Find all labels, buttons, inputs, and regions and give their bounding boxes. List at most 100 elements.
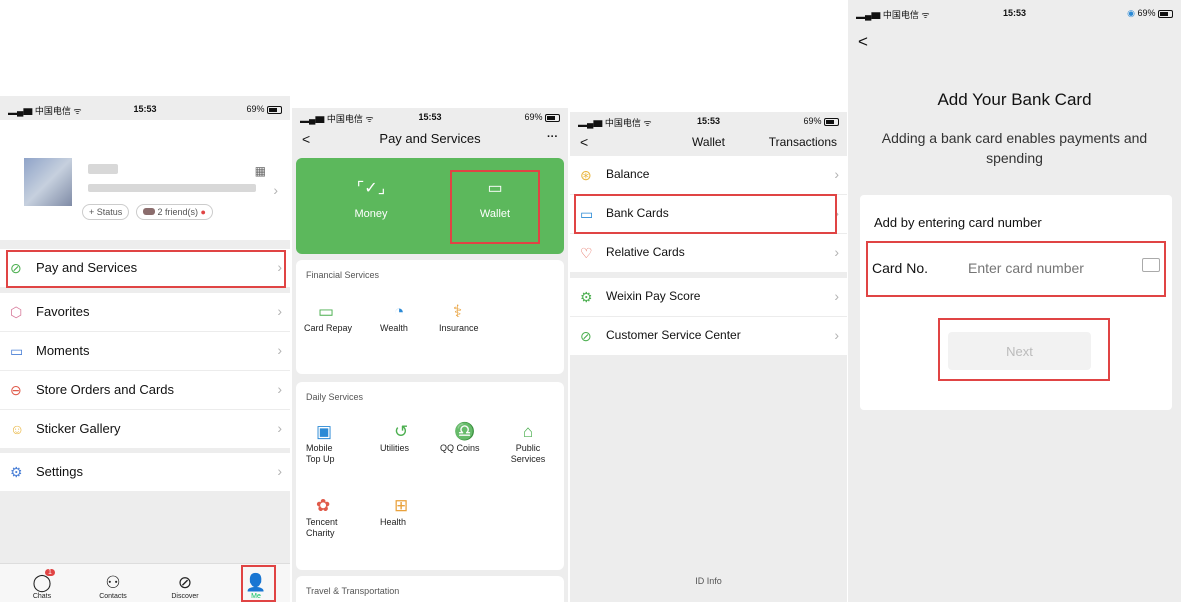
qq-coins-item[interactable]: ♎ QQ Coins: [440, 423, 496, 454]
mobile-top-up-item[interactable]: ▣ Mobile Top Up: [306, 422, 346, 465]
back-button[interactable]: <: [858, 32, 868, 52]
profile-id: [88, 184, 256, 192]
profile-card[interactable]: ▦ › + Status 2 friend(s) ●: [0, 120, 290, 240]
row-customer-service[interactable]: ⊘ Customer Service Center ›: [570, 317, 847, 355]
service-label: QQ Coins: [440, 443, 480, 453]
chevron-right-icon: ›: [834, 244, 839, 260]
chats-badge: 1: [45, 569, 55, 576]
daily-services-card: Daily Services ▣ Mobile Top Up ↺ Utiliti…: [296, 382, 564, 570]
menu-label: Store Orders and Cards: [36, 382, 175, 397]
screen-me: ▂▄▆ 中国电信 ᯤ 15:53 69% ▦ › + Status 2 frie…: [0, 96, 290, 602]
money-scan-icon: ⌜✓⌟: [356, 180, 386, 197]
highlight-wallet: [450, 170, 540, 244]
transactions-button[interactable]: Transactions: [769, 135, 837, 149]
more-button[interactable]: ···: [547, 131, 558, 143]
settings-icon: ⚙: [10, 464, 23, 480]
friends-status-button[interactable]: 2 friend(s) ●: [136, 204, 213, 220]
chevron-right-icon: ›: [277, 463, 282, 479]
public-services-item[interactable]: ⌂ Public Services: [504, 422, 552, 465]
chevron-right-icon: ›: [277, 342, 282, 358]
pay-score-icon: ⚙: [580, 289, 593, 305]
avatar[interactable]: [24, 158, 72, 206]
insurance-icon: ⚕: [453, 302, 463, 321]
highlight-bank-cards: [574, 194, 837, 234]
friends-avatars-icon: [143, 208, 155, 215]
screen-add-bank-card: ▂▄▆ 中国电信 ᯤ 15:53 ◉ 69% < Add Your Bank C…: [848, 0, 1181, 602]
section-title: Add by entering card number: [874, 215, 1042, 230]
status-bar: ▂▄▆ 中国电信 ᯤ 15:53 ◉ 69%: [848, 4, 1181, 22]
screen-pay-services: ▂▄▆ 中国电信 ᯤ 15:53 69% < Pay and Services …: [292, 108, 568, 602]
friends-count: 2 friend(s): [157, 207, 199, 217]
service-label: Health: [380, 517, 407, 527]
health-icon: ⊞: [394, 496, 409, 515]
row-balance[interactable]: ⊛ Balance ›: [570, 156, 847, 194]
battery: 69%: [803, 116, 839, 126]
menu-sticker-gallery[interactable]: ☺ Sticker Gallery ›: [0, 410, 290, 448]
chevron-right-icon: ›: [834, 288, 839, 304]
service-label: Insurance: [439, 323, 479, 333]
menu-favorites[interactable]: ⬡ Favorites ›: [0, 293, 290, 331]
tab-discover[interactable]: ⊘ Discover: [160, 573, 210, 600]
battery: 69%: [524, 112, 560, 122]
health-item[interactable]: ⊞ Health: [380, 496, 436, 528]
favorites-icon: ⬡: [10, 304, 23, 320]
menu-label: Moments: [36, 343, 90, 358]
page-subtitle: Adding a bank card enables payments and …: [881, 130, 1148, 166]
service-label: Mobile Top Up: [306, 443, 335, 464]
utilities-item[interactable]: ↺ Utilities: [380, 423, 436, 454]
menu-label: Sticker Gallery: [36, 421, 121, 436]
sticker-icon: ☺: [10, 421, 25, 437]
qr-code-icon[interactable]: ▦: [255, 164, 266, 178]
service-label: Public Services: [510, 443, 546, 464]
row-label: Balance: [606, 167, 650, 181]
public-services-icon: ⌂: [522, 422, 534, 441]
chevron-right-icon: ›: [277, 420, 282, 436]
service-label: Card Repay: [304, 323, 353, 333]
tab-contacts[interactable]: ⚇ Contacts: [88, 573, 138, 600]
wealth-icon: ◔: [394, 302, 405, 321]
relative-cards-icon: ♡: [580, 245, 593, 261]
menu-settings[interactable]: ⚙ Settings ›: [0, 453, 290, 491]
battery: ◉ 69%: [1127, 8, 1173, 19]
insurance-item[interactable]: ⚕ Insurance: [439, 302, 495, 334]
financial-services-card: Financial Services ▭ Card Repay ◔ Wealth…: [296, 260, 564, 374]
section-title: Financial Services: [306, 270, 380, 280]
balance-coin-icon: ⊛: [580, 167, 592, 183]
battery: 69%: [246, 104, 282, 114]
mobile-top-up-icon: ▣: [316, 422, 333, 441]
customer-service-icon: ⊘: [580, 328, 592, 344]
status-button[interactable]: + Status: [82, 204, 130, 220]
highlight-pay-services: [6, 250, 286, 288]
id-info-link[interactable]: ID Info: [570, 576, 847, 586]
wealth-item[interactable]: ◔ Wealth: [380, 302, 436, 334]
contacts-icon: ⚇: [105, 573, 121, 592]
menu-label: Favorites: [36, 304, 90, 319]
service-label: Tencent Charity: [306, 517, 338, 538]
row-relative-cards[interactable]: ♡ Relative Cards ›: [570, 234, 847, 272]
menu-store-orders[interactable]: ⊖ Store Orders and Cards ›: [0, 371, 290, 409]
tab-chats[interactable]: ◯ Chats 1: [17, 569, 67, 600]
tencent-charity-item[interactable]: ✿ Tencent Charity: [306, 496, 350, 539]
moments-icon: ▭: [10, 343, 24, 359]
row-pay-score[interactable]: ⚙ Weixin Pay Score ›: [570, 278, 847, 316]
highlight-card-number: [866, 241, 1166, 297]
red-dot-icon: ●: [200, 207, 206, 217]
money-button[interactable]: ⌜✓⌟ Money: [336, 178, 406, 220]
tencent-charity-icon: ✿: [316, 496, 331, 515]
section-title: Travel & Transportation: [306, 586, 400, 596]
highlight-tab-me: [241, 565, 276, 602]
page-title: Pay and Services: [379, 131, 481, 146]
profile-name: [88, 164, 118, 174]
chevron-right-icon: ›: [277, 381, 282, 397]
menu-moments[interactable]: ▭ Moments ›: [0, 332, 290, 370]
service-label: Wealth: [380, 323, 408, 333]
travel-card: Travel & Transportation: [296, 576, 564, 602]
highlight-next: [938, 318, 1110, 381]
section-title: Daily Services: [306, 392, 364, 402]
chevron-right-icon: ›: [273, 182, 278, 198]
card-repay-item[interactable]: ▭ Card Repay: [304, 303, 360, 334]
row-label: Customer Service Center: [606, 328, 741, 342]
page-title: Add Your Bank Card: [937, 90, 1092, 109]
chevron-right-icon: ›: [834, 327, 839, 343]
status-bar: ▂▄▆ 中国电信 ᯤ 15:53 69%: [570, 112, 847, 130]
